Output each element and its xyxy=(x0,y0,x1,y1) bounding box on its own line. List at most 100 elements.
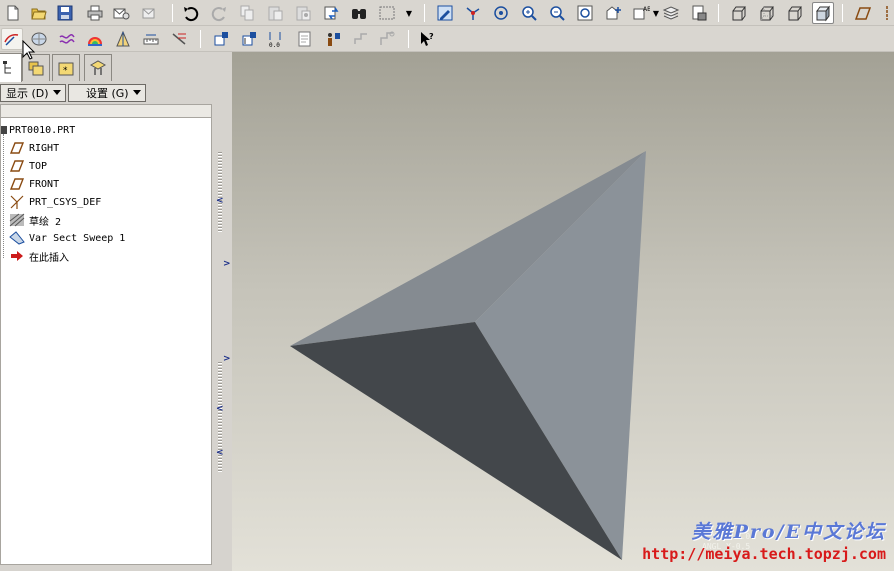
send-mail-icon[interactable] xyxy=(110,2,132,24)
watermark: 美雅Pro/E中文论坛 http://meiya.tech.topzj.com xyxy=(642,517,886,563)
chevron-down-icon xyxy=(133,90,141,95)
repaint-icon[interactable] xyxy=(434,2,456,24)
tree-item-label: FRONT xyxy=(29,178,60,190)
refit-icon[interactable] xyxy=(574,2,596,24)
undo-icon[interactable] xyxy=(180,2,202,24)
tree-item-right[interactable]: RIGHT xyxy=(9,139,59,157)
datum-plane-icon xyxy=(9,141,25,155)
collapse-left-icon[interactable]: < xyxy=(216,448,224,458)
panel-splitter[interactable]: < > > < < xyxy=(214,52,232,571)
new-icon[interactable] xyxy=(2,2,24,24)
tree-item-sketch[interactable]: 草绘 2 xyxy=(9,211,61,229)
favorites-tab[interactable]: * xyxy=(52,54,80,81)
tree-item-label: PRT_CSYS_DEF xyxy=(29,196,102,208)
find-icon[interactable] xyxy=(348,2,370,24)
tree-item-label: PRT0010.PRT xyxy=(9,124,76,136)
coordinate-system-icon xyxy=(9,195,25,209)
settings-menu-button[interactable]: 设置 (G) xyxy=(68,84,146,102)
datum-plane-tool-icon[interactable] xyxy=(210,28,232,50)
tree-item-csys[interactable]: PRT_CSYS_DEF xyxy=(9,193,101,211)
model-tree-tab[interactable] xyxy=(0,53,22,82)
shading-icon[interactable] xyxy=(812,2,834,24)
mail-recipient-icon[interactable] xyxy=(138,2,160,24)
print-icon[interactable] xyxy=(84,2,106,24)
measure-icon[interactable] xyxy=(140,28,162,50)
tetrahedron-model[interactable] xyxy=(232,52,894,571)
datum-axes-icon[interactable] xyxy=(876,2,894,24)
family-table-icon[interactable] xyxy=(322,28,344,50)
show-menu-button[interactable]: 显示 (D) xyxy=(0,84,66,102)
redo-icon[interactable] xyxy=(208,2,230,24)
tree-item-label: 草绘 2 xyxy=(29,216,62,228)
feature-info-icon[interactable] xyxy=(168,28,190,50)
svg-text:?: ? xyxy=(429,32,434,41)
expand-right-icon[interactable]: > xyxy=(223,259,231,269)
tree-item-part[interactable]: PRT0010.PRT xyxy=(1,121,75,139)
datum-plane-icon xyxy=(9,159,25,173)
paste-special-icon[interactable] xyxy=(292,2,314,24)
tree-item-label: TOP xyxy=(29,160,48,172)
color-map-icon[interactable] xyxy=(84,28,106,50)
tree-item-front[interactable]: FRONT xyxy=(9,175,59,193)
mouse-cursor-icon xyxy=(22,40,36,60)
sketch-tool-icon[interactable] xyxy=(1,28,23,50)
graphics-window[interactable]: X XX Y-0.0 ANGL Y-0.5 美雅Pro/E中文论坛 http:/… xyxy=(232,52,894,571)
zoom-out-icon[interactable] xyxy=(546,2,568,24)
watermark-url: http://meiya.tech.topzj.com xyxy=(642,545,886,563)
select-box-icon[interactable] xyxy=(376,2,398,24)
show-menu-label: 显示 (D) xyxy=(6,87,49,100)
saved-views-dropdown[interactable]: ▼ xyxy=(652,2,660,24)
svg-text:AB: AB xyxy=(643,6,650,13)
datum-point-tool-icon[interactable]: 0.0 xyxy=(264,28,286,50)
hidden-line-icon[interactable] xyxy=(756,2,778,24)
watermark-title: 美雅Pro/E中文论坛 xyxy=(691,521,886,543)
copy-icon[interactable] xyxy=(236,2,258,24)
assemble-icon[interactable] xyxy=(376,28,398,50)
save-icon[interactable] xyxy=(54,2,76,24)
sketch-icon xyxy=(9,213,25,227)
relations-icon[interactable] xyxy=(350,28,372,50)
tree-item-top[interactable]: TOP xyxy=(9,157,47,175)
collapse-left-icon[interactable]: < xyxy=(216,404,224,414)
spin-center-icon[interactable] xyxy=(462,2,484,24)
tree-menubar: 显示 (D) 设置 (G) xyxy=(0,82,214,104)
main-toolbar: ▼ AB ▼ xyxy=(0,0,894,26)
tree-item-sweep[interactable]: Var Sect Sweep 1 xyxy=(9,229,125,247)
model-tree: PRT0010.PRT RIGHT TOP FRONT PRT_CSYS_DEF… xyxy=(0,118,212,565)
context-help-icon[interactable]: ? xyxy=(416,28,438,50)
settings-menu-label: 设置 (G) xyxy=(86,87,129,100)
draft-analysis-icon[interactable] xyxy=(112,28,134,50)
open-icon[interactable] xyxy=(28,2,50,24)
shading-wireframe-icon[interactable] xyxy=(728,2,750,24)
analysis-toolbar: 0.0 ? xyxy=(0,26,894,52)
select-dropdown-arrow[interactable]: ▼ xyxy=(404,2,414,24)
sweep-icon xyxy=(9,231,25,245)
datum-axis-tool-icon[interactable] xyxy=(238,28,260,50)
layers-icon[interactable] xyxy=(660,2,682,24)
reorient-icon[interactable] xyxy=(602,2,624,24)
collapse-left-icon[interactable]: < xyxy=(216,196,224,206)
saved-views-icon[interactable]: AB xyxy=(630,2,652,24)
svg-text:*: * xyxy=(63,66,68,76)
connections-tab[interactable] xyxy=(84,54,112,81)
tree-item-insert-here[interactable]: 在此插入 xyxy=(9,247,69,265)
tree-item-label: 在此插入 xyxy=(29,252,69,264)
tree-column-header xyxy=(0,104,212,118)
tree-item-label: Var Sect Sweep 1 xyxy=(29,232,126,244)
zoom-in-icon[interactable] xyxy=(518,2,540,24)
tree-item-label: RIGHT xyxy=(29,142,60,154)
chevron-down-icon xyxy=(53,90,61,95)
svg-text:0.0: 0.0 xyxy=(269,42,280,48)
datum-planes-icon[interactable] xyxy=(852,2,874,24)
datum-plane-icon xyxy=(9,177,25,191)
orient-icon[interactable] xyxy=(490,2,512,24)
paste-icon[interactable] xyxy=(264,2,286,24)
model-notes-icon[interactable] xyxy=(294,28,316,50)
insert-here-arrow-icon xyxy=(9,249,25,263)
curve-analysis-icon[interactable] xyxy=(56,28,78,50)
regenerate-icon[interactable] xyxy=(320,2,342,24)
part-icon xyxy=(1,123,9,137)
no-hidden-icon[interactable] xyxy=(784,2,806,24)
expand-right-icon[interactable]: > xyxy=(223,354,231,364)
view-manager-icon[interactable] xyxy=(688,2,710,24)
